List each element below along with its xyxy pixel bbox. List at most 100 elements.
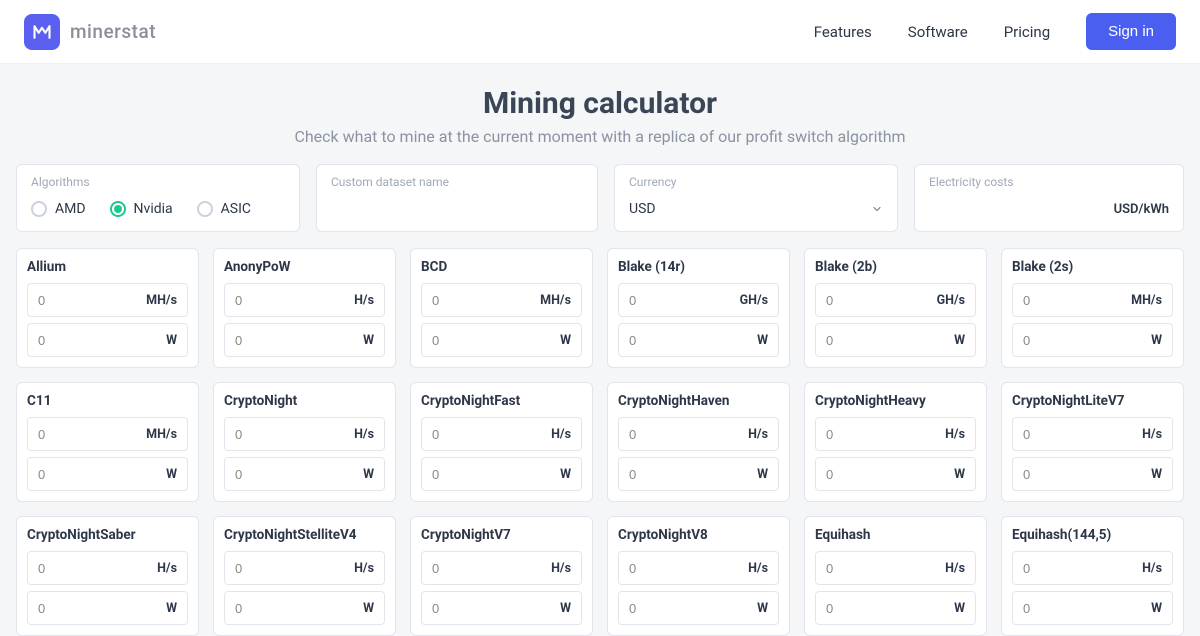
algo-card: BCDMH/sW [410, 248, 593, 368]
hashrate-row: H/s [224, 283, 385, 317]
hashrate-input[interactable] [38, 427, 98, 442]
power-unit: W [954, 601, 965, 616]
hashrate-input[interactable] [38, 561, 98, 576]
radio-asic[interactable]: ASIC [197, 201, 251, 217]
hashrate-unit: GH/s [740, 293, 768, 308]
power-input[interactable] [38, 601, 98, 616]
hashrate-input[interactable] [235, 293, 295, 308]
power-unit: W [954, 333, 965, 348]
radio-dot-icon [110, 201, 126, 217]
chevron-down-icon [871, 203, 883, 215]
hashrate-row: H/s [1012, 417, 1173, 451]
hashrate-row: H/s [27, 551, 188, 585]
currency-select[interactable]: USD [629, 197, 883, 221]
signin-button[interactable]: Sign in [1086, 13, 1176, 50]
hashrate-input[interactable] [38, 293, 98, 308]
hashrate-input[interactable] [1023, 293, 1083, 308]
algo-card: CryptoNightFastH/sW [410, 382, 593, 502]
algo-name: CryptoNightSaber [27, 527, 188, 543]
algo-name: Blake (2b) [815, 259, 976, 275]
custom-dataset-input[interactable] [331, 197, 583, 221]
radio-label: Nvidia [134, 201, 173, 217]
algo-card: Blake (14r) GH/s W [607, 248, 790, 368]
power-input[interactable] [432, 333, 492, 348]
radio-nvidia[interactable]: Nvidia [110, 201, 173, 217]
power-input[interactable] [1023, 467, 1083, 482]
hashrate-input[interactable] [1023, 561, 1083, 576]
power-input[interactable] [235, 467, 295, 482]
hashrate-input[interactable] [235, 427, 295, 442]
hashrate-unit: MH/s [146, 293, 177, 308]
electricity-unit: USD/kWh [1114, 202, 1169, 217]
hashrate-row: H/s [224, 551, 385, 585]
algo-name: CryptoNightV7 [421, 527, 582, 543]
power-unit: W [363, 333, 374, 348]
nav-pricing[interactable]: Pricing [1004, 23, 1050, 41]
radio-label: ASIC [221, 201, 251, 217]
algo-card: C11MH/sW [16, 382, 199, 502]
hashrate-input[interactable] [826, 293, 886, 308]
hashrate-row: MH/s [1012, 283, 1173, 317]
electricity-card: Electricity costs USD/kWh [914, 164, 1184, 232]
power-input[interactable] [235, 333, 295, 348]
electricity-input-row[interactable]: USD/kWh [929, 197, 1169, 221]
power-input[interactable] [235, 601, 295, 616]
hashrate-row: H/s [815, 417, 976, 451]
algo-card: CryptoNightHeavyH/sW [804, 382, 987, 502]
power-input[interactable] [38, 467, 98, 482]
hashrate-input[interactable] [826, 427, 886, 442]
algo-card: AnonyPoWH/sW [213, 248, 396, 368]
algo-name: Blake (14r) [618, 259, 779, 275]
hashrate-unit: MH/s [1131, 293, 1162, 308]
hashrate-unit: H/s [551, 561, 571, 576]
power-input[interactable] [629, 333, 689, 348]
hashrate-input[interactable] [629, 561, 689, 576]
power-unit: W [560, 333, 571, 348]
power-unit: W [166, 333, 177, 348]
power-row: W [618, 323, 779, 357]
header: minerstat Features Software Pricing Sign… [0, 0, 1200, 64]
hashrate-input[interactable] [1023, 427, 1083, 442]
power-row: W [27, 457, 188, 491]
hashrate-input[interactable] [432, 561, 492, 576]
hashrate-row: H/s [421, 417, 582, 451]
algo-card: AlliumMH/sW [16, 248, 199, 368]
hashrate-input[interactable] [432, 293, 492, 308]
power-unit: W [166, 467, 177, 482]
power-input[interactable] [432, 601, 492, 616]
power-input[interactable] [38, 333, 98, 348]
hero: Mining calculator Check what to mine at … [0, 64, 1200, 164]
page-subtitle: Check what to mine at the current moment… [0, 127, 1200, 146]
hashrate-unit: H/s [945, 427, 965, 442]
power-input[interactable] [1023, 601, 1083, 616]
hashrate-row: H/s [618, 417, 779, 451]
power-input[interactable] [432, 467, 492, 482]
algo-name: CryptoNightLiteV7 [1012, 393, 1173, 409]
algo-card: CryptoNightV8H/sW [607, 516, 790, 636]
power-row: W [224, 591, 385, 625]
hashrate-unit: H/s [354, 427, 374, 442]
hashrate-input[interactable] [826, 561, 886, 576]
power-row: W [27, 323, 188, 357]
power-input[interactable] [629, 467, 689, 482]
hashrate-input[interactable] [235, 561, 295, 576]
hashrate-row: H/s [618, 551, 779, 585]
algo-name: CryptoNightV8 [618, 527, 779, 543]
power-input[interactable] [826, 467, 886, 482]
power-row: W [815, 591, 976, 625]
power-input[interactable] [826, 601, 886, 616]
power-input[interactable] [629, 601, 689, 616]
hashrate-input[interactable] [432, 427, 492, 442]
power-input[interactable] [1023, 333, 1083, 348]
power-unit: W [1151, 333, 1162, 348]
hashrate-row: H/s [1012, 551, 1173, 585]
hashrate-input[interactable] [629, 427, 689, 442]
hashrate-input[interactable] [629, 293, 689, 308]
nav-software[interactable]: Software [908, 23, 968, 41]
nav-features[interactable]: Features [814, 23, 872, 41]
logo-icon[interactable] [24, 14, 60, 50]
page-title: Mining calculator [0, 86, 1200, 121]
power-input[interactable] [826, 333, 886, 348]
radio-amd[interactable]: AMD [31, 201, 86, 217]
power-row: W [27, 591, 188, 625]
